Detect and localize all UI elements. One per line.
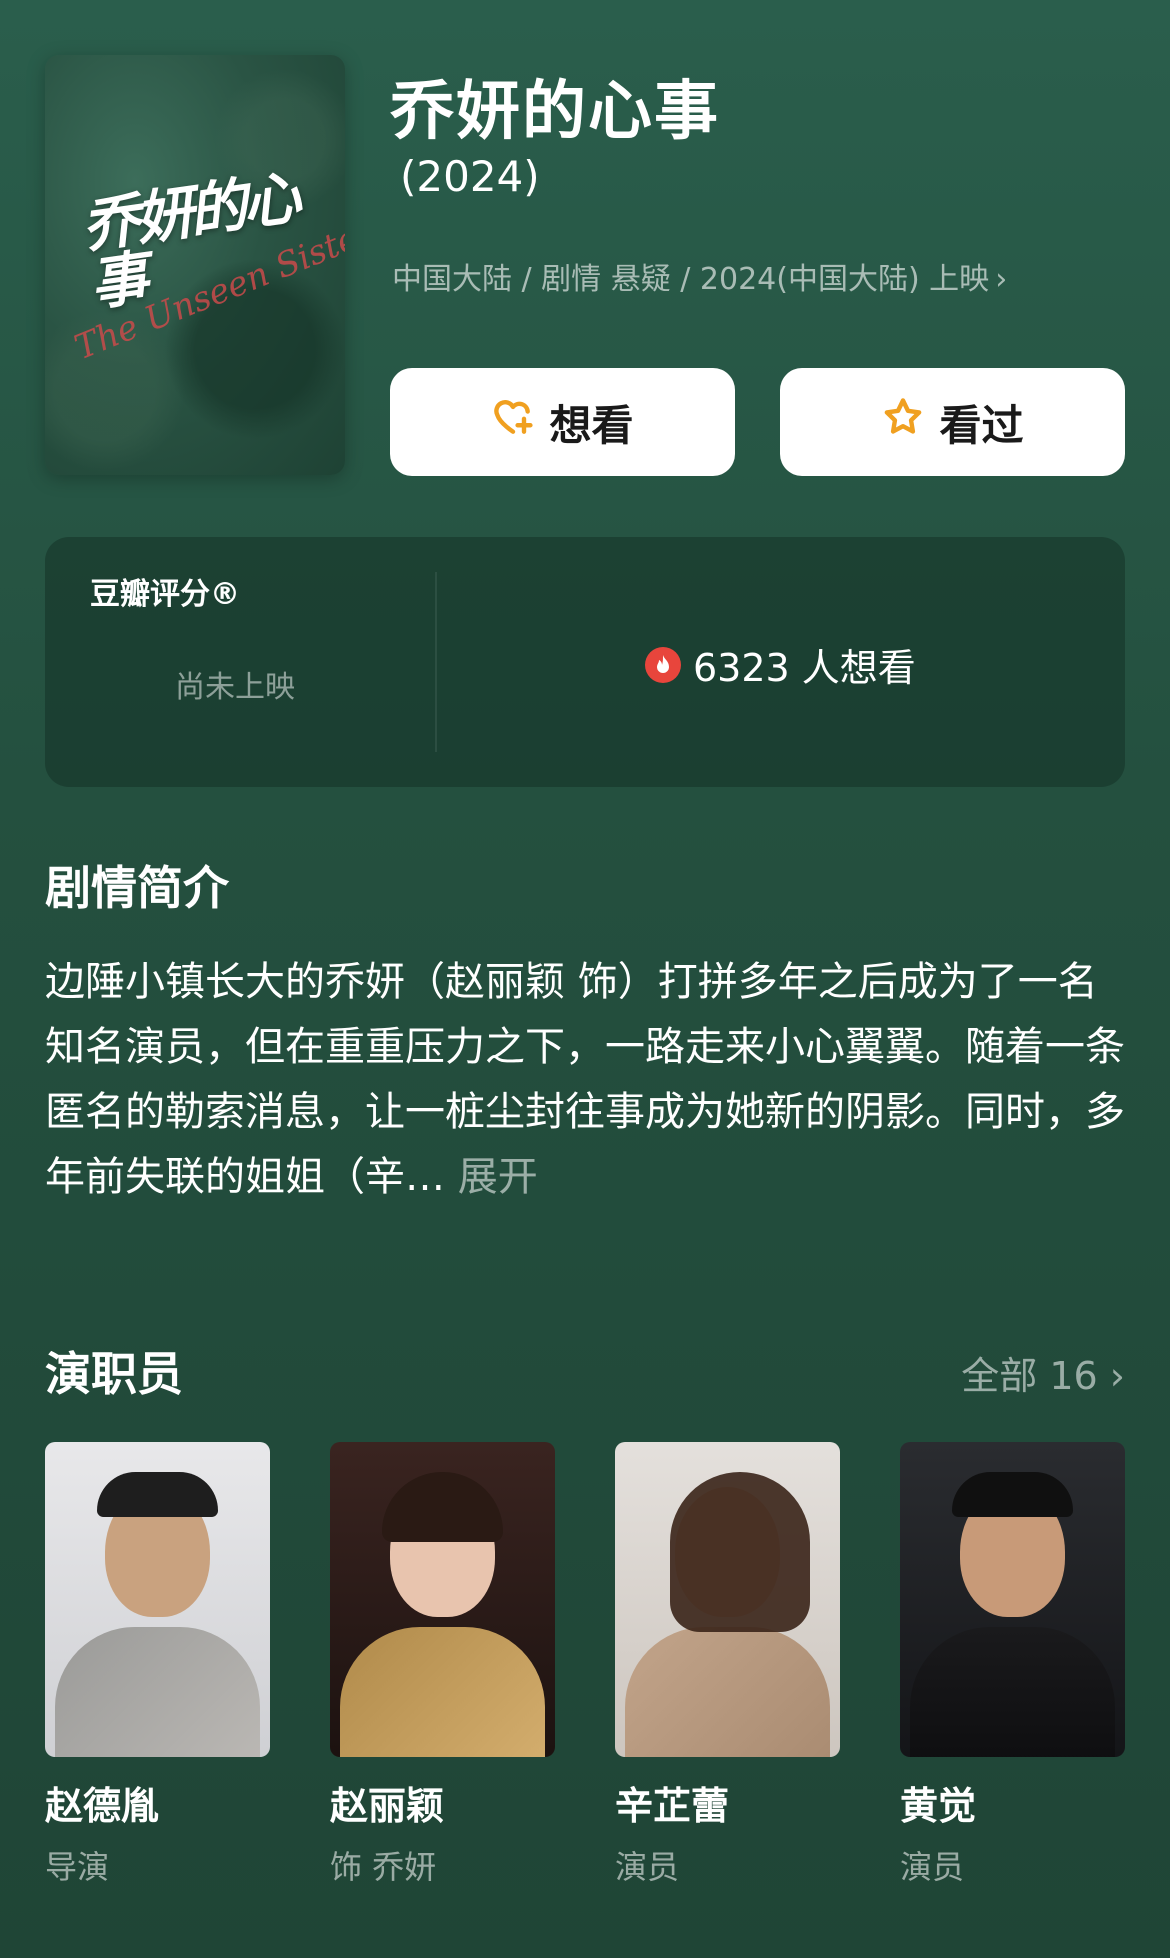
- cast-name: 赵丽颖: [330, 1784, 445, 1828]
- synopsis-heading: 剧情简介: [45, 861, 229, 915]
- release-year: (2024): [400, 152, 540, 201]
- all-cast-link[interactable]: 全部 16 ›: [961, 1345, 1125, 1400]
- cast-role: 演员: [615, 1848, 680, 1886]
- cast-role: 导演: [45, 1848, 110, 1886]
- want-count: 6323 人想看: [645, 637, 916, 692]
- star-icon: [881, 395, 925, 450]
- cast-card[interactable]: 赵丽颖 饰 乔妍: [330, 1442, 555, 1888]
- expand-link[interactable]: 展开: [445, 1154, 538, 1200]
- fire-icon: [645, 646, 681, 683]
- want-count-text: 6323 人想看: [693, 646, 916, 690]
- watched-button[interactable]: 看过: [780, 368, 1125, 476]
- synopsis-text: 边陲小镇长大的乔妍（赵丽颖 饰）打拼多年之后成为了一名知名演员，但在重重压力之下…: [45, 950, 1125, 1210]
- heart-plus-icon: [491, 395, 535, 450]
- cast-card[interactable]: 黄觉 演员: [900, 1442, 1125, 1888]
- chevron-right-icon: ›: [995, 262, 1008, 297]
- avatar: [330, 1442, 555, 1757]
- rating-label: 豆瓣评分®: [90, 577, 240, 612]
- movie-meta-text: 中国大陆 / 剧情 悬疑 / 2024(中国大陆) 上映: [392, 262, 990, 297]
- avatar: [615, 1442, 840, 1757]
- seen-label: 看过: [939, 400, 1024, 450]
- rating-status: 尚未上映: [175, 670, 295, 705]
- avatar: [45, 1442, 270, 1757]
- synopsis-body: 边陲小镇长大的乔妍（赵丽颖 饰）打拼多年之后成为了一名知名演员，但在重重压力之下…: [45, 959, 1125, 1200]
- cast-heading: 演职员: [45, 1347, 183, 1401]
- cast-name: 黄觉: [900, 1784, 977, 1828]
- cast-role: 演员: [900, 1848, 965, 1886]
- rating-card[interactable]: 豆瓣评分® 尚未上映 6323 人想看: [45, 537, 1125, 787]
- rating-divider: [435, 572, 437, 752]
- movie-meta-link[interactable]: 中国大陆 / 剧情 悬疑 / 2024(中国大陆) 上映 ›: [392, 254, 1007, 298]
- cast-role: 饰 乔妍: [330, 1848, 437, 1886]
- cast-card[interactable]: 赵德胤 导演: [45, 1442, 270, 1888]
- want-label: 想看: [549, 400, 634, 450]
- cast-name: 赵德胤: [45, 1784, 160, 1828]
- page-title: 乔妍的心事: [390, 75, 720, 149]
- cast-card[interactable]: 辛芷蕾 演员: [615, 1442, 840, 1888]
- cast-name: 辛芷蕾: [615, 1784, 730, 1828]
- poster-image[interactable]: The Unseen Sister 乔妍的心事: [45, 55, 345, 475]
- want-to-watch-button[interactable]: 想看: [390, 368, 735, 476]
- avatar: [900, 1442, 1125, 1757]
